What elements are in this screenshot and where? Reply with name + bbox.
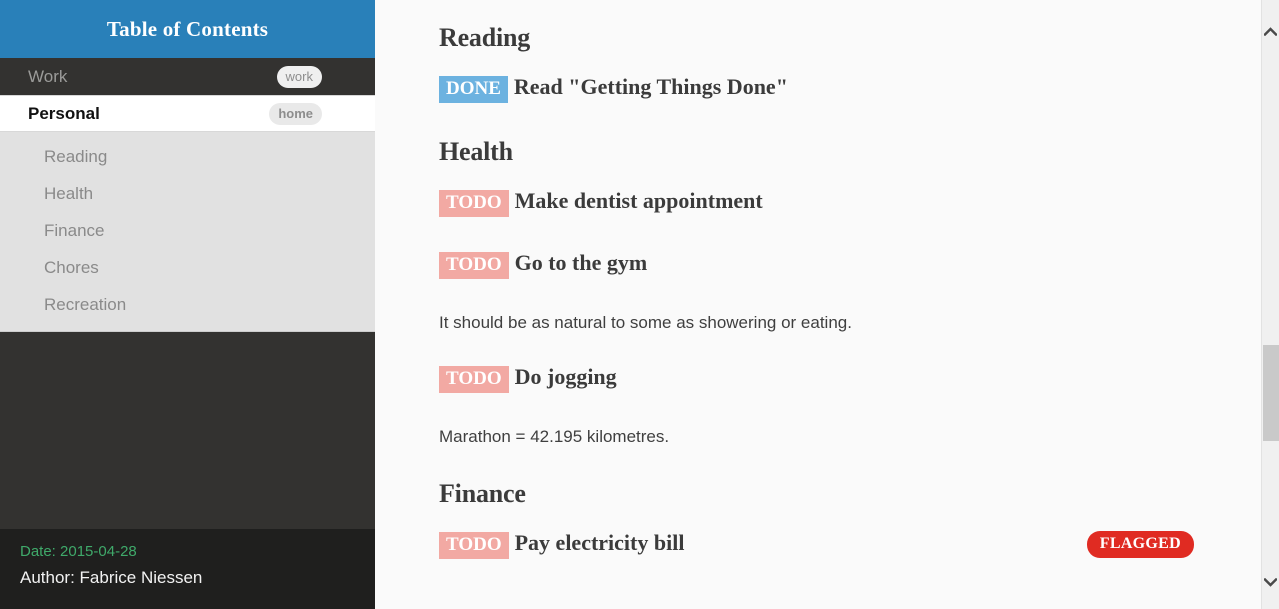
task-title: Read "Getting Things Done" [513,74,788,99]
sidebar-item-health[interactable]: Health [0,175,375,212]
vertical-scrollbar[interactable] [1261,0,1279,609]
sidebar-item-health-label: Health [44,183,94,203]
keyword-todo[interactable]: TODO [439,189,509,217]
sidebar-item-work[interactable]: Work work [0,58,375,95]
sidebar-item-work-label: Work [28,66,68,86]
task-title: Pay electricity bill [514,529,685,555]
sidebar-item-chores[interactable]: Chores [0,249,375,286]
task-item[interactable]: TODO Do jogging [439,363,1279,393]
sidebar-item-chores-label: Chores [44,257,99,277]
sidebar-item-reading-label: Reading [44,146,108,166]
sidebar-item-personal[interactable]: Personal home [0,95,375,132]
sidebar-item-finance-label: Finance [44,220,105,240]
table-of-contents-sidebar: Table of Contents Work work Personal hom… [0,0,375,609]
sidebar-item-personal-label: Personal [28,103,100,123]
task-item[interactable]: TODO Pay electricity bill FLAGGED [439,529,1279,559]
sidebar-item-reading[interactable]: Reading [0,138,375,175]
org-document-viewer: Table of Contents Work work Personal hom… [0,0,1279,609]
document-body: Reading DONE Read "Getting Things Done" H… [439,23,1279,559]
task-title: Do jogging [514,363,617,389]
task-title: Make dentist appointment [514,187,763,213]
paragraph: It should be as natural to some as showe… [439,312,852,332]
toc-header-title: Table of Contents [106,16,269,41]
task-item[interactable]: TODO Go to the gym [439,249,1279,279]
keyword-todo[interactable]: TODO [439,251,509,279]
scroll-up-button[interactable] [1262,22,1279,40]
task-item[interactable]: DONE Read "Getting Things Done" [439,74,1279,103]
keyword-todo[interactable]: TODO [439,365,509,393]
sidebar-item-recreation[interactable]: Recreation [0,286,375,323]
document-date: Date: 2015-04-28 [20,543,137,560]
scroll-down-button[interactable] [1262,573,1279,591]
document-author: Author: Fabrice Niessen [20,568,203,587]
chevron-up-icon [1264,26,1277,36]
keyword-todo[interactable]: TODO [439,531,509,559]
task-item[interactable]: TODO Make dentist appointment [439,187,1279,217]
sidebar-empty-space [0,332,375,529]
scrollbar-thumb[interactable] [1263,345,1279,441]
section-heading-reading: Reading [439,23,531,52]
toc-list: Work work Personal home Reading Health F… [0,58,375,332]
status-badge-flagged[interactable]: FLAGGED [1086,530,1194,558]
tag-work[interactable]: work [276,65,322,88]
chevron-down-icon [1264,577,1277,587]
toc-sub-list: Reading Health Finance Chores Recreation [0,132,375,332]
sidebar-item-finance[interactable]: Finance [0,212,375,249]
sidebar-item-recreation-label: Recreation [44,294,127,314]
section-heading-health: Health [439,136,513,166]
toc-header: Table of Contents [0,0,375,58]
document-content: Reading DONE Read "Getting Things Done" H… [375,0,1279,609]
task-title: Go to the gym [514,249,648,275]
sidebar-footer: Date: 2015-04-28 Author: Fabrice Niessen [0,529,375,609]
keyword-done[interactable]: DONE [439,76,508,103]
section-heading-finance: Finance [439,478,526,508]
paragraph: Marathon = 42.195 kilometres. [439,426,670,446]
tag-home[interactable]: home [269,102,322,125]
